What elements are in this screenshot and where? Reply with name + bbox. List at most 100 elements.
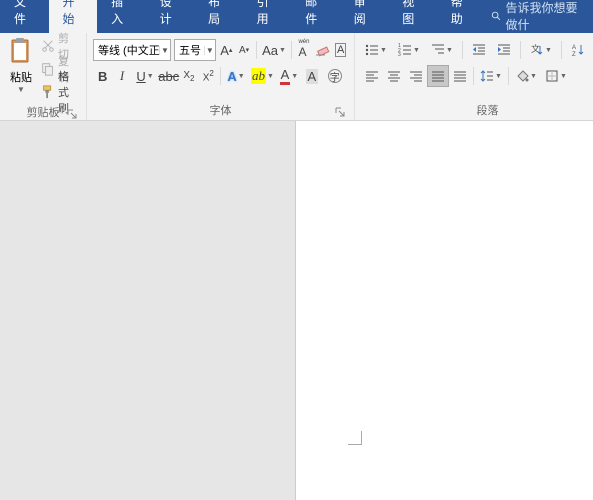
tab-file[interactable]: 文件 <box>0 0 49 33</box>
font-name-value: 等线 (中文正 <box>94 42 159 58</box>
line-spacing-icon <box>480 69 494 83</box>
group-clipboard: 粘贴 ▼ 剪切 复制 <box>0 33 87 120</box>
group-paragraph: ▼ 123 ▼ ▼ 文 <box>355 33 593 120</box>
search-icon <box>491 10 501 22</box>
indent-icon <box>497 43 511 57</box>
paste-label: 粘贴 <box>10 69 32 85</box>
enclose-characters-button[interactable]: 字 <box>322 65 348 87</box>
line-spacing-button[interactable]: ▼ <box>476 65 506 87</box>
separator <box>508 67 509 85</box>
italic-button[interactable]: I <box>112 65 131 87</box>
bold-button[interactable]: B <box>93 65 112 87</box>
navigation-pane[interactable] <box>0 121 296 500</box>
align-right-icon <box>409 69 423 83</box>
chevron-down-icon: ▼ <box>159 46 170 55</box>
copy-icon <box>41 61 55 77</box>
svg-text:Z: Z <box>572 52 576 57</box>
numbering-icon: 123 <box>398 43 412 57</box>
tab-home[interactable]: 开始 <box>49 0 98 33</box>
chevron-down-icon: ▼ <box>17 85 25 94</box>
phonetic-guide-button[interactable]: wén A <box>297 39 312 61</box>
group-font: 等线 (中文正 ▼ 五号 ▼ A▴ A▾ Aa▼ wén A A <box>87 33 355 120</box>
font-size-combo[interactable]: 五号 ▼ <box>174 39 216 61</box>
subscript-button[interactable]: X2 <box>179 65 198 87</box>
eraser-icon <box>314 42 330 58</box>
brush-icon <box>41 84 55 100</box>
separator <box>462 41 463 59</box>
highlight-button[interactable]: ab▼ <box>249 65 275 87</box>
group-clipboard-label: 剪贴板 <box>6 102 80 122</box>
tab-layout[interactable]: 布局 <box>194 0 243 33</box>
align-left-button[interactable] <box>361 65 383 87</box>
clear-formatting-button[interactable] <box>314 39 330 61</box>
strikethrough-button[interactable]: abc <box>158 65 179 87</box>
align-center-icon <box>387 69 401 83</box>
separator <box>473 67 474 85</box>
multilevel-list-button[interactable]: ▼ <box>427 39 457 61</box>
separator <box>561 41 562 59</box>
paint-bucket-icon <box>515 69 529 83</box>
shrink-font-button[interactable]: A▾ <box>237 39 252 61</box>
numbering-button[interactable]: 123 ▼ <box>394 39 424 61</box>
text-effects-button[interactable]: A▼ <box>223 65 249 87</box>
svg-text:3: 3 <box>398 52 401 57</box>
align-right-button[interactable] <box>405 65 427 87</box>
grow-font-button[interactable]: A▴ <box>219 39 234 61</box>
tell-me-text: 告诉我你想要做什 <box>506 0 588 33</box>
sort-button[interactable]: AZ <box>567 39 589 61</box>
bullets-button[interactable]: ▼ <box>361 39 391 61</box>
font-color-button[interactable]: A▼ <box>276 65 302 87</box>
tab-review[interactable]: 审阅 <box>340 0 389 33</box>
increase-indent-button[interactable] <box>493 39 515 61</box>
document-page[interactable] <box>296 121 593 500</box>
font-launcher[interactable] <box>334 106 346 118</box>
tab-insert[interactable]: 插入 <box>97 0 146 33</box>
clipboard-icon <box>8 37 34 67</box>
align-distributed-button[interactable] <box>449 65 471 87</box>
ribbon: 粘贴 ▼ 剪切 复制 <box>0 33 593 121</box>
tab-design[interactable]: 设计 <box>146 0 195 33</box>
ribbon-tabs: 文件 开始 插入 设计 布局 引用 邮件 审阅 视图 帮助 告诉我你想要做什 <box>0 6 593 33</box>
bullets-icon <box>365 43 379 57</box>
tab-view[interactable]: 视图 <box>388 0 437 33</box>
character-shading-button[interactable]: A <box>302 65 321 87</box>
scissors-icon <box>41 38 55 54</box>
align-center-button[interactable] <box>383 65 405 87</box>
separator <box>520 41 521 59</box>
multilevel-icon <box>431 43 445 57</box>
text-direction-icon: 文 <box>530 43 544 57</box>
align-distributed-icon <box>453 69 467 83</box>
align-justify-button[interactable] <box>427 65 449 87</box>
change-case-button[interactable]: Aa▼ <box>262 39 286 61</box>
tab-references[interactable]: 引用 <box>243 0 292 33</box>
clipboard-launcher[interactable] <box>66 108 78 120</box>
paste-button[interactable]: 粘贴 ▼ <box>6 35 36 102</box>
format-painter-button[interactable]: 格式刷 <box>38 81 80 102</box>
group-paragraph-label: 段落 <box>361 100 593 120</box>
separator <box>256 41 257 59</box>
tab-mail[interactable]: 邮件 <box>291 0 340 33</box>
sort-icon: AZ <box>571 43 585 57</box>
group-font-label: 字体 <box>93 100 348 120</box>
text-direction-button[interactable]: 文 ▼ <box>526 39 556 61</box>
page-corner-mark <box>348 431 362 445</box>
character-border-button[interactable]: A <box>333 39 348 61</box>
align-justify-icon <box>431 69 445 83</box>
separator <box>220 67 221 85</box>
borders-button[interactable]: ▼ <box>541 65 571 87</box>
svg-text:A: A <box>572 45 576 51</box>
superscript-button[interactable]: X2 <box>199 65 218 87</box>
chevron-down-icon: ▼ <box>204 46 215 55</box>
font-size-value: 五号 <box>175 42 204 58</box>
borders-icon <box>545 69 559 83</box>
decrease-indent-button[interactable] <box>468 39 490 61</box>
underline-button[interactable]: U▼ <box>132 65 158 87</box>
outdent-icon <box>472 43 486 57</box>
font-name-combo[interactable]: 等线 (中文正 ▼ <box>93 39 171 61</box>
tell-me-search[interactable]: 告诉我你想要做什 <box>485 0 593 33</box>
shading-button[interactable]: ▼ <box>511 65 541 87</box>
document-area <box>0 121 593 500</box>
separator <box>291 41 292 59</box>
align-left-icon <box>365 69 379 83</box>
tab-help[interactable]: 帮助 <box>437 0 486 33</box>
